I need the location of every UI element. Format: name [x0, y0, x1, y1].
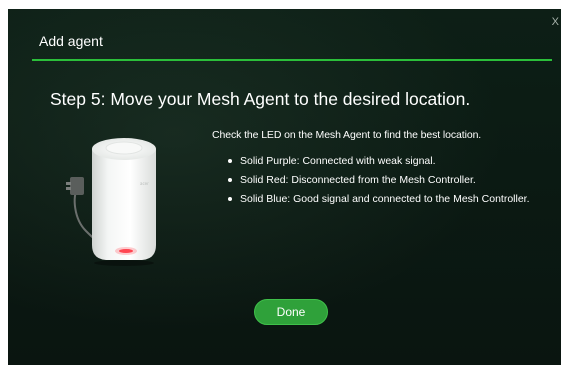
done-button[interactable]: Done [254, 299, 328, 325]
led-red-text: Solid Red: Disconnected from the Mesh Co… [240, 174, 476, 186]
list-item: Solid Red: Disconnected from the Mesh Co… [228, 172, 530, 188]
bullet-icon [228, 178, 232, 182]
led-blue-text: Solid Blue: Good signal and connected to… [240, 193, 530, 205]
title-divider [32, 59, 552, 61]
instructions-panel: Check the LED on the Mesh Agent to find … [212, 127, 552, 210]
bullet-icon [228, 159, 232, 163]
led-purple-text: Solid Purple: Connected with weak signal… [240, 155, 436, 167]
list-item: Solid Blue: Good signal and connected to… [228, 191, 530, 207]
mesh-agent-device-image: acer [64, 127, 174, 267]
dialog-title: Add agent [39, 33, 103, 49]
list-item: Solid Purple: Connected with weak signal… [228, 153, 530, 169]
close-button[interactable]: X [552, 16, 559, 28]
brand-mark: acer [140, 181, 149, 186]
add-agent-dialog: X Add agent Step 5: Move your Mesh Agent… [8, 9, 561, 365]
bullet-icon [228, 197, 232, 201]
instructions-intro: Check the LED on the Mesh Agent to find … [212, 129, 482, 141]
led-status-list: Solid Purple: Connected with weak signal… [212, 153, 552, 207]
mesh-agent-icon: acer [66, 138, 156, 266]
step-heading: Step 5: Move your Mesh Agent to the desi… [50, 89, 471, 109]
